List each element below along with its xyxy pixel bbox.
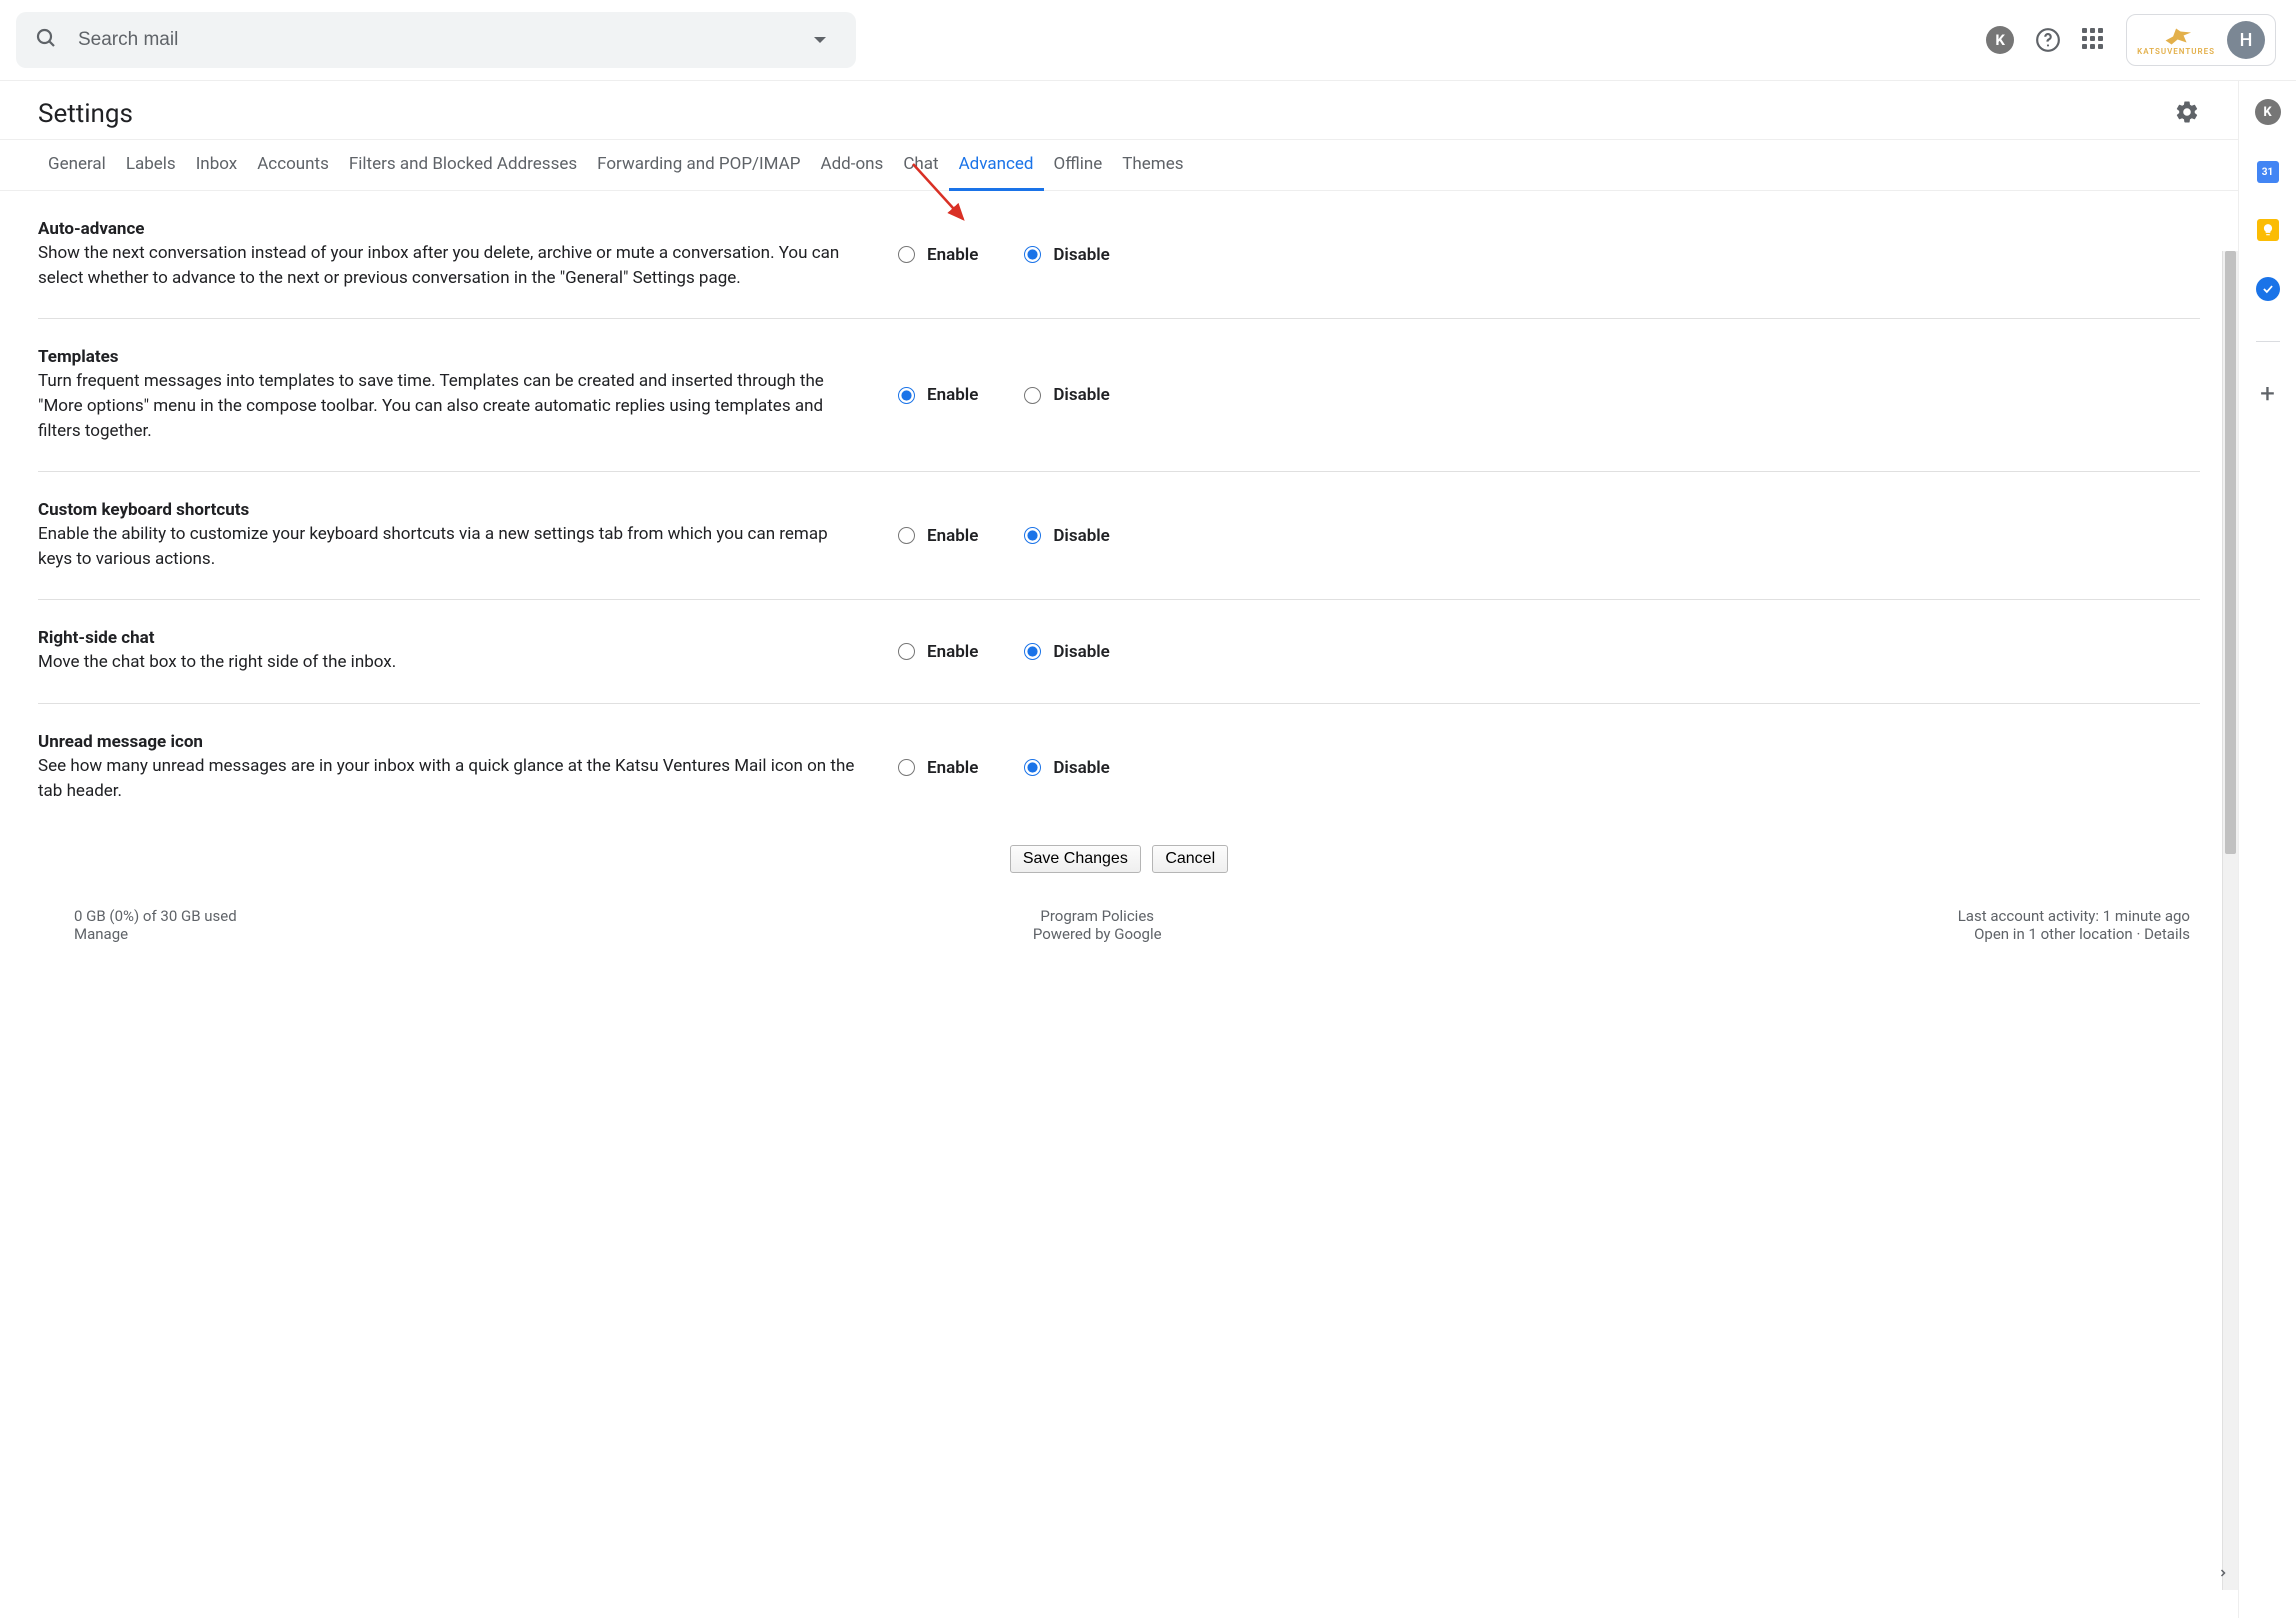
- cancel-button[interactable]: Cancel: [1152, 845, 1228, 873]
- calendar-icon[interactable]: 31: [2257, 161, 2279, 183]
- save-button[interactable]: Save Changes: [1010, 845, 1141, 873]
- tab-add-ons[interactable]: Add-ons: [811, 140, 894, 190]
- setting-row: TemplatesTurn frequent messages into tem…: [38, 319, 2200, 472]
- side-panel: K 31 +: [2238, 81, 2296, 1618]
- setting-title: Auto-advance: [38, 219, 858, 239]
- side-divider: [2256, 341, 2280, 342]
- radio-label: Disable: [1053, 526, 1110, 546]
- disable-option[interactable]: Disable: [1024, 385, 1110, 405]
- tab-accounts[interactable]: Accounts: [247, 140, 339, 190]
- tab-themes[interactable]: Themes: [1112, 140, 1193, 190]
- enable-option[interactable]: Enable: [898, 758, 978, 778]
- details-link[interactable]: Details: [2144, 925, 2190, 943]
- tab-filters-and-blocked-addresses[interactable]: Filters and Blocked Addresses: [339, 140, 587, 190]
- manage-link[interactable]: Manage: [74, 925, 128, 943]
- setting-title: Custom keyboard shortcuts: [38, 500, 858, 520]
- settings-tabs: GeneralLabelsInboxAccountsFilters and Bl…: [0, 139, 2238, 191]
- enable-option[interactable]: Enable: [898, 385, 978, 405]
- setting-title: Templates: [38, 347, 858, 367]
- scrollbar-thumb[interactable]: [2225, 251, 2236, 854]
- radio-label: Enable: [927, 385, 978, 405]
- search-icon: [34, 26, 58, 54]
- scrollbar-track[interactable]: [2222, 251, 2238, 1590]
- disable-radio[interactable]: [1024, 643, 1041, 660]
- storage-text: 0 GB (0%) of 30 GB used: [74, 907, 237, 925]
- setting-row: Unread message iconSee how many unread m…: [38, 704, 2200, 831]
- setting-description: Turn frequent messages into templates to…: [38, 369, 858, 443]
- radio-label: Enable: [927, 245, 978, 265]
- tab-forwarding-and-pop-imap[interactable]: Forwarding and POP/IMAP: [587, 140, 810, 190]
- enable-option[interactable]: Enable: [898, 526, 978, 546]
- search-bar[interactable]: [16, 12, 856, 68]
- setting-description: Move the chat box to the right side of t…: [38, 650, 858, 675]
- radio-label: Disable: [1053, 642, 1110, 662]
- setting-row: Auto-advanceShow the next conversation i…: [38, 191, 2200, 319]
- org-k-icon[interactable]: K: [1986, 26, 2014, 54]
- enable-radio[interactable]: [898, 759, 915, 776]
- setting-title: Right-side chat: [38, 628, 858, 648]
- radio-label: Disable: [1053, 385, 1110, 405]
- tab-advanced[interactable]: Advanced: [949, 140, 1044, 191]
- disable-option[interactable]: Disable: [1024, 526, 1110, 546]
- radio-label: Disable: [1053, 758, 1110, 778]
- add-icon[interactable]: +: [2256, 382, 2280, 406]
- side-panel-toggle-icon[interactable]: [2208, 1558, 2238, 1588]
- open-in-link[interactable]: Open in 1 other location: [1974, 925, 2133, 943]
- account-org-box[interactable]: KATSUVENTURES H: [2126, 14, 2276, 66]
- header: K KATSUVENTURES H: [0, 0, 2296, 81]
- setting-title: Unread message icon: [38, 732, 858, 752]
- radio-label: Enable: [927, 758, 978, 778]
- org-logo: KATSUVENTURES: [2137, 25, 2215, 56]
- disable-option[interactable]: Disable: [1024, 758, 1110, 778]
- tab-offline[interactable]: Offline: [1044, 140, 1113, 190]
- enable-option[interactable]: Enable: [898, 642, 978, 662]
- enable-radio[interactable]: [898, 246, 915, 263]
- search-input[interactable]: [78, 29, 838, 51]
- content-area: Settings GeneralLabelsInboxAccountsFilte…: [0, 81, 2238, 1618]
- org-side-icon[interactable]: K: [2255, 99, 2281, 125]
- radio-label: Disable: [1053, 245, 1110, 265]
- activity-text: Last account activity: 1 minute ago: [1958, 907, 2190, 925]
- disable-radio[interactable]: [1024, 387, 1041, 404]
- disable-option[interactable]: Disable: [1024, 642, 1110, 662]
- disable-radio[interactable]: [1024, 527, 1041, 544]
- keep-icon[interactable]: [2257, 219, 2279, 241]
- enable-radio[interactable]: [898, 527, 915, 544]
- help-icon[interactable]: [2034, 26, 2062, 54]
- tab-inbox[interactable]: Inbox: [186, 140, 248, 190]
- search-options-dropdown-icon[interactable]: [814, 37, 826, 43]
- setting-description: See how many unread messages are in your…: [38, 754, 858, 803]
- radio-label: Enable: [927, 642, 978, 662]
- disable-option[interactable]: Disable: [1024, 245, 1110, 265]
- enable-radio[interactable]: [898, 643, 915, 660]
- avatar[interactable]: H: [2227, 21, 2265, 59]
- powered-text: Powered by Google: [1033, 925, 1162, 943]
- gear-icon[interactable]: [2174, 99, 2200, 129]
- disable-radio[interactable]: [1024, 246, 1041, 263]
- setting-row: Right-side chatMove the chat box to the …: [38, 600, 2200, 704]
- tab-chat[interactable]: Chat: [893, 140, 948, 190]
- tab-general[interactable]: General: [38, 140, 116, 190]
- setting-description: Show the next conversation instead of yo…: [38, 241, 858, 290]
- policies-link[interactable]: Program Policies: [1040, 907, 1154, 925]
- footer: 0 GB (0%) of 30 GB used Manage Program P…: [38, 897, 2200, 963]
- disable-radio[interactable]: [1024, 759, 1041, 776]
- page-title: Settings: [38, 99, 133, 129]
- button-row: Save Changes Cancel: [38, 831, 2200, 897]
- tab-labels[interactable]: Labels: [116, 140, 186, 190]
- setting-row: Custom keyboard shortcutsEnable the abil…: [38, 472, 2200, 600]
- apps-grid-icon[interactable]: [2082, 28, 2106, 52]
- setting-description: Enable the ability to customize your key…: [38, 522, 858, 571]
- radio-label: Enable: [927, 526, 978, 546]
- enable-option[interactable]: Enable: [898, 245, 978, 265]
- tasks-icon[interactable]: [2256, 277, 2280, 301]
- enable-radio[interactable]: [898, 387, 915, 404]
